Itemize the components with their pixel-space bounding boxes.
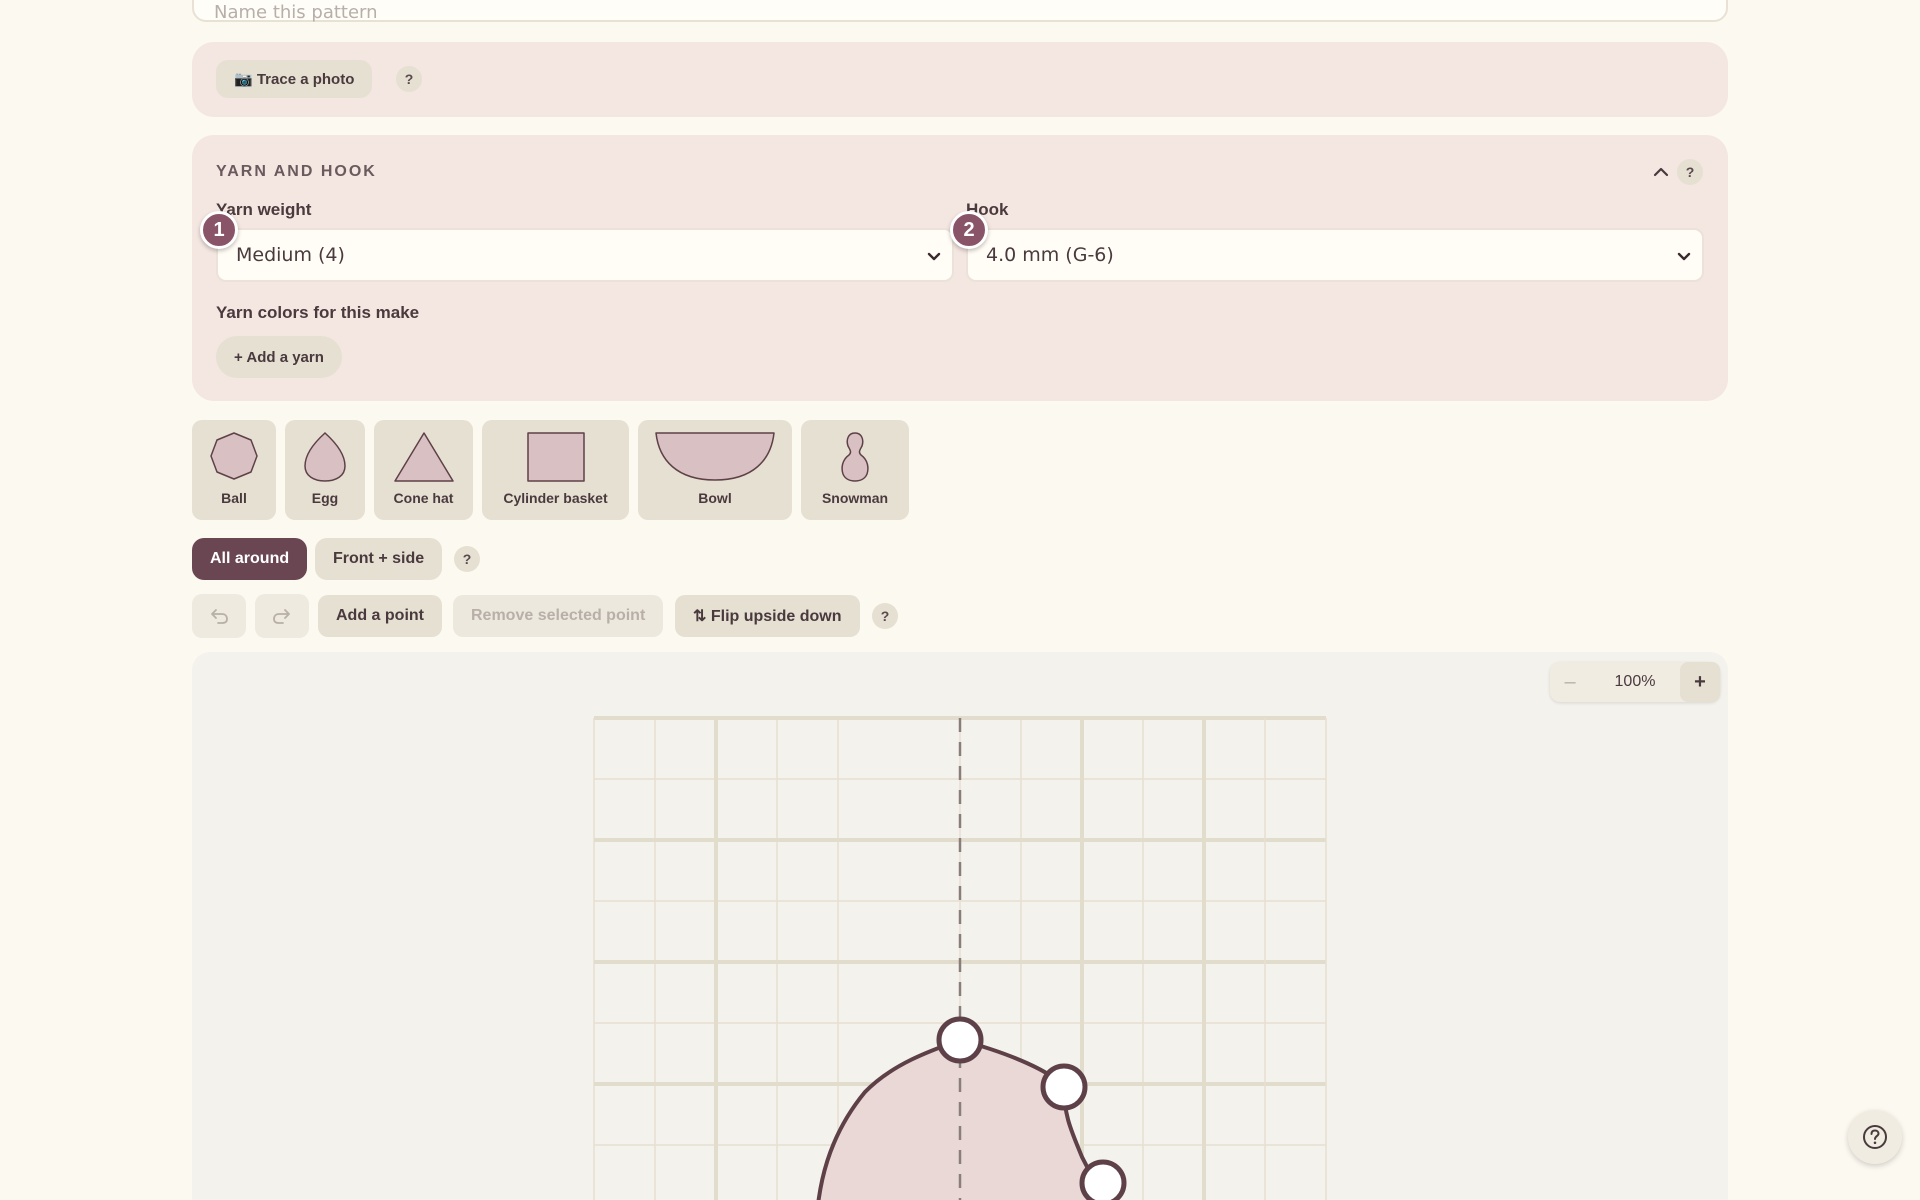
toolbar-help-icon[interactable]: ? xyxy=(872,603,898,629)
view-front-side-button[interactable]: Front + side xyxy=(315,538,443,580)
trace-help-icon[interactable]: ? xyxy=(396,66,422,92)
trace-photo-card: 📷 Trace a photo ? xyxy=(192,42,1728,117)
preset-cylinder-basket[interactable]: Cylinder basket xyxy=(482,420,629,520)
yarn-help-icon[interactable]: ? xyxy=(1677,159,1703,185)
help-circle-icon xyxy=(1863,1125,1887,1149)
remove-point-button[interactable]: Remove selected point xyxy=(453,595,664,637)
zoom-in-button[interactable]: + xyxy=(1680,662,1720,702)
preset-snowman[interactable]: Snowman xyxy=(801,420,909,520)
preset-label: Egg xyxy=(311,490,339,506)
shape-canvas[interactable]: – 100% + xyxy=(192,652,1728,1200)
zoom-control: – 100% + xyxy=(1550,662,1720,702)
trace-photo-button[interactable]: 📷 Trace a photo xyxy=(216,60,373,98)
add-yarn-button[interactable]: + Add a yarn xyxy=(216,336,342,378)
chevron-down-icon xyxy=(1677,252,1691,261)
yarn-weight-value: Medium (4) xyxy=(236,244,345,266)
hook-value: 4.0 mm (G-6) xyxy=(986,244,1114,266)
redo-icon xyxy=(273,609,290,624)
hook-select[interactable]: 4.0 mm (G-6) xyxy=(966,228,1704,282)
preset-egg[interactable]: Egg xyxy=(285,420,365,520)
yarn-section-title: YARN AND HOOK xyxy=(216,163,377,180)
undo-button[interactable] xyxy=(192,594,246,638)
cone-icon xyxy=(393,432,454,482)
snowman-icon xyxy=(841,432,869,482)
step-badge-2: 2 xyxy=(950,211,988,249)
cylinder-icon xyxy=(526,432,585,482)
preset-cone-hat[interactable]: Cone hat xyxy=(374,420,473,520)
help-button[interactable] xyxy=(1848,1110,1902,1164)
egg-icon xyxy=(304,431,346,482)
preset-label: Cylinder basket xyxy=(503,490,608,506)
control-point[interactable] xyxy=(936,1016,984,1064)
flip-upside-down-button[interactable]: ⇅ Flip upside down xyxy=(675,595,860,637)
preset-bowl[interactable]: Bowl xyxy=(638,420,792,520)
undo-icon xyxy=(211,609,228,624)
zoom-out-button[interactable]: – xyxy=(1550,662,1590,702)
add-point-button[interactable]: Add a point xyxy=(318,595,442,637)
ball-icon xyxy=(210,432,258,480)
bowl-icon xyxy=(655,432,775,481)
chevron-up-icon[interactable] xyxy=(1650,161,1672,183)
control-point[interactable] xyxy=(1079,1159,1127,1200)
preset-label: Snowman xyxy=(821,490,889,506)
view-all-around-button[interactable]: All around xyxy=(192,538,308,580)
preset-ball[interactable]: Ball xyxy=(192,420,276,520)
pattern-name-input[interactable]: Name this pattern xyxy=(192,0,1728,23)
yarn-colors-label: Yarn colors for this make xyxy=(216,303,420,322)
preset-label: Ball xyxy=(221,490,247,506)
yarn-weight-select[interactable]: Medium (4) xyxy=(216,228,954,282)
pattern-name-placeholder: Name this pattern xyxy=(214,2,378,23)
view-help-icon[interactable]: ? xyxy=(454,546,480,572)
zoom-level: 100% xyxy=(1614,673,1656,690)
step-badge-1: 1 xyxy=(200,211,238,249)
chevron-down-icon xyxy=(927,252,941,261)
grid-editor[interactable] xyxy=(192,652,1728,1200)
preset-label: Cone hat xyxy=(393,490,454,506)
control-point[interactable] xyxy=(1040,1063,1088,1111)
preset-label: Bowl xyxy=(698,490,732,506)
redo-button[interactable] xyxy=(255,594,309,638)
yarn-hook-card: YARN AND HOOK ? Yarn weight Medium (4) 1… xyxy=(192,135,1728,401)
